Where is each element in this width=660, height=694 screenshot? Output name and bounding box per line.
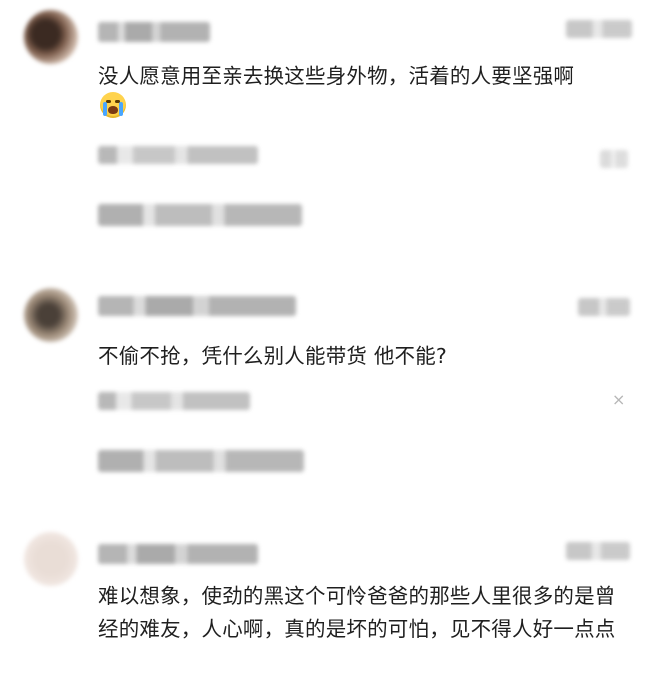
avatar[interactable] (24, 532, 78, 586)
comment-text: 难以想象，使劲的黑这个可怜爸爸的那些人里很多的是曾经的难友，人心啊，真的是坏的可… (98, 584, 616, 641)
reply-item-blurred[interactable] (98, 450, 304, 472)
comment-3: 难以想象，使劲的黑这个可怜爸爸的那些人里很多的是曾经的难友，人心啊，真的是坏的可… (0, 520, 660, 694)
reply-item-blurred[interactable] (98, 146, 258, 164)
reply-meta-blurred (600, 150, 628, 168)
username-blurred[interactable] (98, 544, 258, 564)
comment-text: 不偷不抢，凭什么别人能带货 他不能? (98, 344, 447, 368)
comment-2: 不偷不抢，凭什么别人能带货 他不能? × (0, 280, 660, 520)
avatar[interactable] (24, 10, 78, 64)
reply-item-blurred[interactable] (98, 392, 250, 410)
username-blurred[interactable] (98, 296, 296, 316)
avatar[interactable] (24, 288, 78, 342)
like-count-blurred[interactable] (566, 20, 632, 38)
crying-face-emoji-icon (100, 92, 126, 118)
comment-1: 没人愿意用至亲去换这些身外物，活着的人要坚强啊 (0, 0, 660, 280)
comment-text: 没人愿意用至亲去换这些身外物，活着的人要坚强啊 (98, 64, 575, 88)
like-count-blurred[interactable] (566, 542, 630, 560)
close-icon[interactable]: × (612, 390, 625, 409)
like-count-blurred[interactable] (578, 298, 630, 316)
username-blurred[interactable] (98, 22, 210, 42)
reply-item-blurred[interactable] (98, 204, 302, 226)
